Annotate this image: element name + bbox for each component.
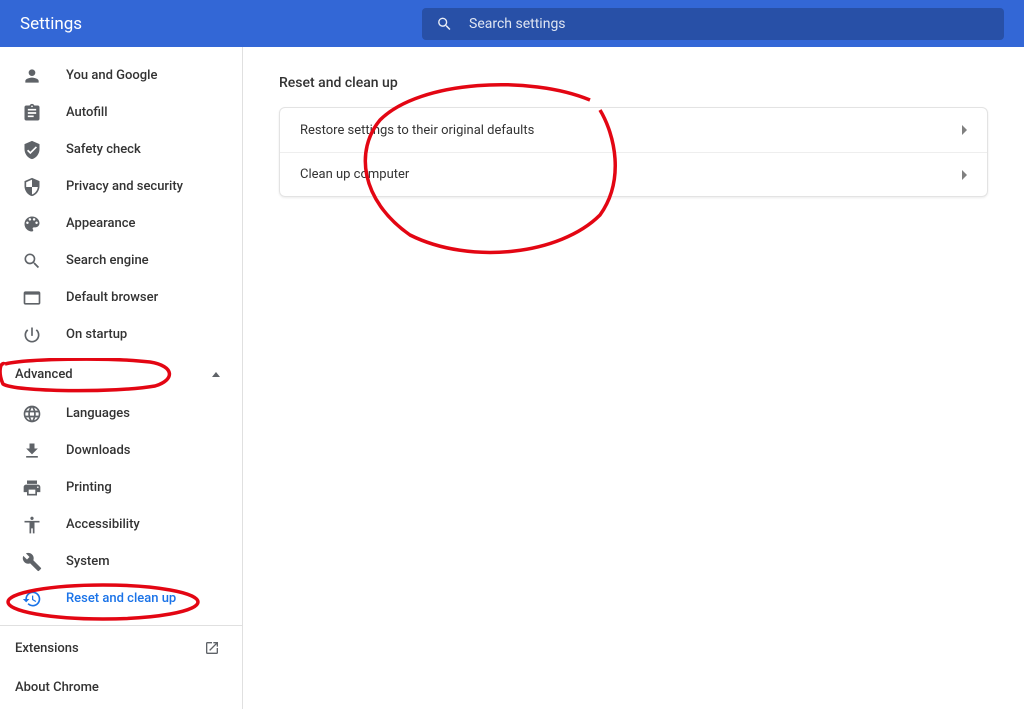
globe-icon: [22, 404, 42, 424]
sidebar-item-on-startup[interactable]: On startup: [0, 316, 242, 353]
wrench-icon: [22, 552, 42, 572]
sidebar-item-label: Printing: [66, 480, 112, 495]
section-title: Reset and clean up: [279, 75, 988, 91]
clipboard-icon: [22, 103, 42, 123]
sidebar-item-label: Search engine: [66, 253, 149, 268]
sidebar-about[interactable]: About Chrome: [0, 668, 242, 707]
sidebar-item-label: Downloads: [66, 443, 130, 458]
main-panel: Reset and clean up Restore settings to t…: [243, 47, 1024, 709]
download-icon: [22, 441, 42, 461]
palette-icon: [22, 214, 42, 234]
advanced-label: Advanced: [15, 367, 73, 382]
accessibility-icon: [22, 515, 42, 535]
sidebar-item-label: Default browser: [66, 290, 158, 305]
search-bar[interactable]: [422, 8, 1004, 40]
sidebar-item-printing[interactable]: Printing: [0, 469, 242, 506]
sidebar-item-autofill[interactable]: Autofill: [0, 94, 242, 131]
sidebar-item-label: Accessibility: [66, 517, 140, 532]
search-engine-icon: [22, 251, 42, 271]
sidebar-item-label: Privacy and security: [66, 179, 183, 194]
sidebar-item-you-and-google[interactable]: You and Google: [0, 57, 242, 94]
page-title: Settings: [20, 14, 82, 34]
sidebar-item-label: Autofill: [66, 105, 108, 120]
sidebar-item-label: On startup: [66, 327, 127, 342]
row-restore-defaults[interactable]: Restore settings to their original defau…: [280, 108, 987, 152]
sidebar-item-label: Languages: [66, 406, 130, 421]
sidebar-item-label: Reset and clean up: [66, 591, 176, 606]
row-label: Restore settings to their original defau…: [300, 123, 534, 138]
verified-icon: [22, 140, 42, 160]
power-icon: [22, 325, 42, 345]
sidebar-item-safety-check[interactable]: Safety check: [0, 131, 242, 168]
sidebar-item-search-engine[interactable]: Search engine: [0, 242, 242, 279]
row-label: Clean up computer: [300, 167, 409, 182]
advanced-toggle[interactable]: Advanced: [0, 353, 242, 395]
sidebar-item-privacy-security[interactable]: Privacy and security: [0, 168, 242, 205]
print-icon: [22, 478, 42, 498]
sidebar-item-default-browser[interactable]: Default browser: [0, 279, 242, 316]
sidebar-item-accessibility[interactable]: Accessibility: [0, 506, 242, 543]
search-icon: [436, 15, 453, 33]
sidebar-extensions[interactable]: Extensions: [0, 626, 242, 668]
sidebar-item-reset-clean-up[interactable]: Reset and clean up: [0, 580, 242, 617]
sidebar-item-label: Appearance: [66, 216, 135, 231]
content: You and Google Autofill Safety check Pri…: [0, 47, 1024, 709]
sidebar-item-system[interactable]: System: [0, 543, 242, 580]
sidebar: You and Google Autofill Safety check Pri…: [0, 47, 243, 709]
sidebar-item-label: Safety check: [66, 142, 141, 157]
header: Settings: [0, 0, 1024, 47]
chevron-up-icon: [212, 372, 220, 377]
restore-icon: [22, 589, 42, 609]
sidebar-item-languages[interactable]: Languages: [0, 395, 242, 432]
sidebar-item-label: System: [66, 554, 110, 569]
about-label: About Chrome: [15, 680, 99, 695]
settings-card: Restore settings to their original defau…: [279, 107, 988, 197]
row-clean-up-computer[interactable]: Clean up computer: [280, 152, 987, 196]
search-input[interactable]: [469, 16, 990, 32]
person-icon: [22, 66, 42, 86]
extensions-label: Extensions: [15, 641, 79, 656]
chevron-right-icon: [962, 170, 967, 180]
sidebar-item-downloads[interactable]: Downloads: [0, 432, 242, 469]
shield-icon: [22, 177, 42, 197]
sidebar-item-appearance[interactable]: Appearance: [0, 205, 242, 242]
chevron-right-icon: [962, 125, 967, 135]
sidebar-item-label: You and Google: [66, 68, 157, 83]
browser-icon: [22, 288, 42, 308]
launch-icon: [204, 640, 220, 656]
